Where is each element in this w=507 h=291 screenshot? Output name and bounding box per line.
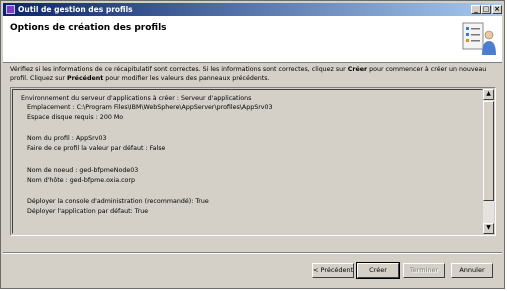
summary-panel[interactable]: Environnement du serveur d'applications … <box>10 87 496 236</box>
summary-host-name: Nom d'hôte : ged-bfpme.oxia.corp <box>27 177 135 184</box>
finish-button[interactable]: Terminer <box>403 263 445 278</box>
description-part1: Vérifiez si les informations de ce récap… <box>10 66 348 73</box>
description-text: Vérifiez si les informations de ce récap… <box>10 65 498 83</box>
previous-button[interactable]: < Précédent <box>312 263 354 278</box>
summary-profile-name: Nom du profil : AppSrv03 <box>27 135 107 142</box>
window-title: Outil de gestion des profils <box>18 5 133 14</box>
cancel-button-label: Annuler <box>459 266 485 274</box>
summary-environment: Environnement du serveur d'applications … <box>21 95 252 102</box>
summary-content: Environnement du serveur d'applications … <box>12 89 483 234</box>
close-button[interactable]: × <box>492 5 502 14</box>
scroll-down-arrow-icon[interactable]: ▼ <box>483 223 494 234</box>
summary-scrollbar[interactable]: ▲ ▼ <box>483 89 494 234</box>
footer-separator <box>3 252 502 254</box>
minimize-button[interactable]: _ <box>471 5 481 14</box>
cancel-button[interactable]: Annuler <box>451 263 493 278</box>
finish-button-label: Terminer <box>409 266 439 274</box>
title-bar[interactable]: Outil de gestion des profils _ □ × <box>3 3 502 16</box>
description-create-word: Créer <box>347 66 368 73</box>
summary-location: Emplacement : C:\Program Files\IBM\WebSp… <box>27 104 273 111</box>
checklist-person-icon <box>462 22 496 55</box>
scrollbar-thumb[interactable] <box>483 101 494 201</box>
page-title: Options de création des profils <box>10 23 167 33</box>
app-icon <box>6 5 15 14</box>
create-button-label: Créer <box>369 266 387 274</box>
scroll-up-arrow-icon[interactable]: ▲ <box>483 89 494 100</box>
summary-deploy-console: Déployer la console d'administration (re… <box>27 198 209 205</box>
previous-button-label: < Précédent <box>313 266 354 274</box>
description-part3: pour modifier les valeurs des panneaux p… <box>103 75 270 82</box>
summary-deploy-default-app: Déployer l'application par défaut: True <box>27 208 149 215</box>
wizard-header: Options de création des profils <box>3 16 502 63</box>
description-previous-word: Précédent <box>66 75 104 82</box>
maximize-button[interactable]: □ <box>481 5 491 14</box>
create-button[interactable]: Créer <box>356 262 400 279</box>
summary-disk-space: Espace disque requis : 200 Mo <box>27 114 124 121</box>
summary-node-name: Nom de noeud : ged-bfpmeNode03 <box>27 167 139 174</box>
summary-default-profile: Faire de ce profil la valeur par défaut … <box>27 145 166 152</box>
profile-management-window: Outil de gestion des profils _ □ × Optio… <box>0 0 505 289</box>
